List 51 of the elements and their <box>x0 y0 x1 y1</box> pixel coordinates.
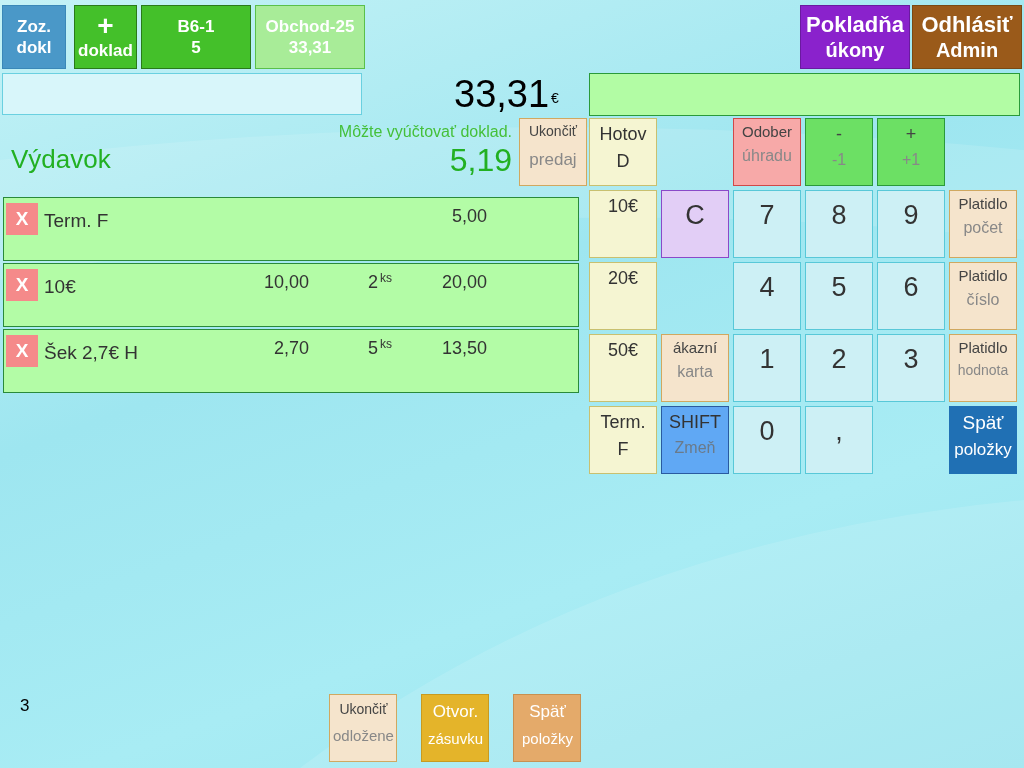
keypad-key[interactable]: Späť položky <box>949 406 1017 474</box>
keypad-key[interactable]: 3 <box>877 334 945 402</box>
keypad-key[interactable]: 9 <box>877 190 945 258</box>
keypad-key[interactable]: 7 <box>733 190 801 258</box>
status-message: Môžte vyúčtovať doklad. <box>338 122 512 142</box>
change-amount: 5,19 <box>449 144 512 176</box>
keypad-key[interactable]: ákazní karta <box>661 334 729 402</box>
item-price: 2,70 <box>272 337 309 360</box>
document-type: Výdavok <box>11 143 111 176</box>
item-row[interactable]: X Term. F 5,00 <box>3 197 579 261</box>
keypad-key[interactable]: Hotov D <box>589 118 657 186</box>
footer-button[interactable]: Ukončiť odložene <box>329 694 398 762</box>
unit-label: ks <box>380 270 393 287</box>
item-total: 20,00 <box>440 271 487 294</box>
keypad-key[interactable]: 6 <box>877 262 945 330</box>
item-quantity: 2 <box>368 271 378 294</box>
page-number: 3 <box>20 694 30 717</box>
input-field[interactable] <box>589 72 1020 116</box>
item-quantity: 5 <box>368 337 378 360</box>
keypad-key[interactable]: + +1 <box>877 118 945 186</box>
keypad-key[interactable]: 20€ <box>589 262 657 330</box>
search-field[interactable] <box>2 73 362 115</box>
total-amount: 33,31 <box>454 75 550 113</box>
finish-sale-button[interactable]: Ukončiť predaj <box>519 118 587 186</box>
unit-label: ks <box>380 336 393 353</box>
keypad-key[interactable]: 4 <box>733 262 801 330</box>
keypad-key[interactable]: Platidlo hodnota <box>949 334 1017 402</box>
header-button[interactable]: Pokladňa úkony <box>800 5 910 69</box>
keypad-key[interactable]: Term. F <box>589 406 657 474</box>
keypad-key[interactable]: Odober úhradu <box>733 118 801 186</box>
header-button[interactable]: Odhlásiť Admin <box>912 5 1022 69</box>
item-total: 13,50 <box>440 337 487 360</box>
currency-symbol: € <box>551 89 559 108</box>
keypad-key[interactable]: 10€ <box>589 190 657 258</box>
keypad-key[interactable]: SHIFT Zmeň <box>661 406 729 474</box>
item-name: 10€ <box>44 275 77 299</box>
keypad-key[interactable]: 1 <box>733 334 801 402</box>
keypad-key[interactable]: Platidlo počet <box>949 190 1017 258</box>
keypad-key[interactable]: Platidlo číslo <box>949 262 1017 330</box>
item-name: Šek 2,7€ H <box>44 341 139 365</box>
keypad-key[interactable]: - -1 <box>805 118 873 186</box>
item-total: 5,00 <box>450 205 487 228</box>
keypad-key[interactable]: 5 <box>805 262 873 330</box>
item-price: 10,00 <box>262 271 309 294</box>
keypad-key[interactable]: 8 <box>805 190 873 258</box>
keypad-key[interactable]: 50€ <box>589 334 657 402</box>
keypad-key[interactable]: 2 <box>805 334 873 402</box>
keypad-key[interactable]: C <box>661 190 729 258</box>
item-name: Term. F <box>44 209 110 233</box>
keypad-key[interactable]: , <box>805 406 873 474</box>
keypad-key[interactable]: 0 <box>733 406 801 474</box>
